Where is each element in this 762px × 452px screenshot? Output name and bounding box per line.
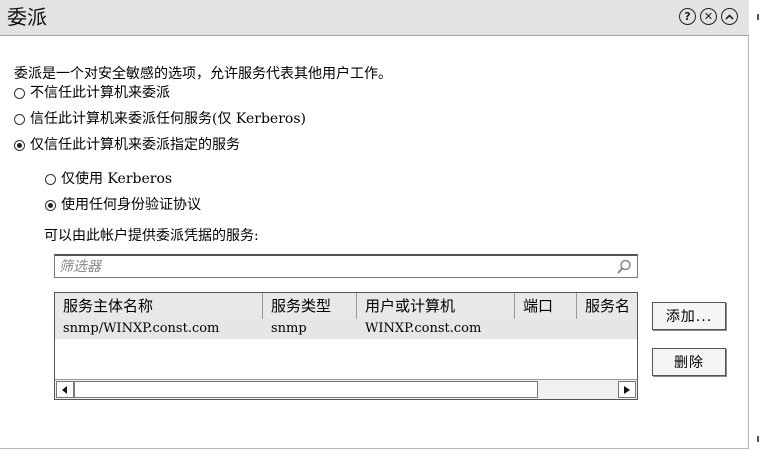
filter-box	[54, 254, 638, 278]
cell-port	[515, 319, 577, 339]
remove-button[interactable]: 删除	[652, 348, 726, 376]
radio-any-protocol[interactable]: 使用任何身份验证协议	[45, 196, 201, 214]
collapse-icon[interactable]	[721, 8, 738, 25]
cell-user-or-computer: WINXP.const.com	[365, 321, 482, 336]
window-edge	[749, 0, 762, 452]
services-label: 可以由此帐户提供委派凭据的服务:	[44, 228, 259, 244]
add-button[interactable]: 添加...	[652, 302, 726, 330]
radio-button[interactable]	[14, 113, 25, 125]
delegation-description: 委派是一个对安全敏感的选项，允许服务代表其他用户工作。	[14, 66, 392, 82]
panel-header: 委派 ? ✕	[0, 0, 749, 36]
radio-label: 仅使用 Kerberos	[61, 171, 173, 187]
radio-button[interactable]	[14, 139, 25, 151]
search-icon[interactable]	[615, 258, 633, 276]
radio-button[interactable]	[14, 87, 25, 99]
horizontal-scrollbar[interactable]	[55, 379, 637, 399]
radio-label: 仅信任此计算机来委派指定的服务	[30, 137, 240, 153]
column-header-service-name[interactable]: 服务名	[577, 293, 637, 319]
radio-label: 不信任此计算机来委派	[30, 85, 170, 101]
radio-label: 信任此计算机来委派任何服务(仅 Kerberos)	[30, 111, 306, 127]
radio-any-service[interactable]: 信任此计算机来委派任何服务(仅 Kerberos)	[14, 110, 306, 128]
radio-label: 使用任何身份验证协议	[61, 197, 201, 213]
cell-spn: snmp/WINXP.const.com	[63, 321, 220, 336]
table-header: 服务主体名称 服务类型 用户或计算机 端口 服务名	[55, 293, 637, 320]
panel-title: 委派	[7, 5, 47, 29]
close-icon[interactable]: ✕	[700, 8, 717, 25]
column-header-port[interactable]: 端口	[515, 293, 577, 319]
filter-input[interactable]	[59, 258, 609, 276]
cell-service-type: snmp	[271, 321, 307, 336]
radio-no-delegation[interactable]: 不信任此计算机来委派	[14, 84, 170, 102]
column-header-spn[interactable]: 服务主体名称	[55, 293, 263, 319]
arrow-right-icon	[624, 385, 630, 394]
services-table: 服务主体名称 服务类型 用户或计算机 端口 服务名 snmp/WINXP.con…	[54, 292, 638, 400]
cell-service-name	[577, 319, 637, 339]
radio-specified-services[interactable]: 仅信任此计算机来委派指定的服务	[14, 136, 240, 154]
table-row[interactable]: snmp/WINXP.const.com snmp WINXP.const.co…	[55, 319, 637, 339]
column-header-user-or-computer[interactable]: 用户或计算机	[357, 293, 515, 319]
delegation-panel: 委派 ? ✕ 委派是一个对安全敏感的选项，允许服务代表其他用户工作。 不信任此计…	[0, 0, 749, 449]
scroll-thumb[interactable]	[74, 381, 538, 398]
help-icon[interactable]: ?	[679, 8, 696, 25]
radio-kerberos-only[interactable]: 仅使用 Kerberos	[45, 170, 172, 188]
column-header-service-type[interactable]: 服务类型	[263, 293, 357, 319]
scroll-left-button[interactable]	[56, 381, 74, 398]
radio-button[interactable]	[45, 173, 56, 185]
scroll-right-button[interactable]	[618, 381, 636, 398]
radio-button[interactable]	[45, 199, 56, 211]
arrow-left-icon	[62, 385, 67, 394]
